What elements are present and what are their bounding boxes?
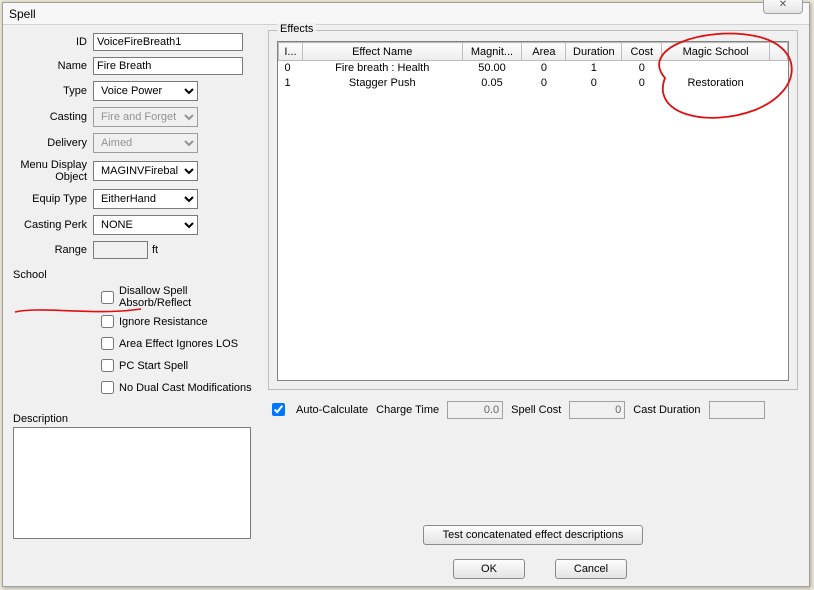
- cast-duration-label: Cast Duration: [633, 404, 700, 416]
- effects-grid[interactable]: I... Effect Name Magnit... Area Duration…: [277, 41, 789, 381]
- school-group-label: School: [13, 269, 258, 281]
- effects-group-label: Effects: [277, 23, 316, 35]
- delivery-label: Delivery: [13, 137, 93, 149]
- col-duration[interactable]: Duration: [566, 43, 622, 61]
- area-effect-los-checkbox[interactable]: [101, 337, 114, 350]
- range-field: [93, 241, 148, 259]
- delivery-select: Aimed: [93, 133, 198, 153]
- cancel-button[interactable]: Cancel: [555, 559, 627, 579]
- area-effect-los-label: Area Effect Ignores LOS: [119, 338, 238, 350]
- pc-start-spell-checkbox[interactable]: [101, 359, 114, 372]
- col-cost[interactable]: Cost: [622, 43, 662, 61]
- test-descriptions-button[interactable]: Test concatenated effect descriptions: [423, 525, 643, 545]
- ok-button[interactable]: OK: [453, 559, 525, 579]
- ignore-resistance-label: Ignore Resistance: [119, 316, 208, 328]
- auto-calculate-checkbox[interactable]: [272, 403, 285, 416]
- description-field[interactable]: [13, 427, 251, 539]
- charge-time-label: Charge Time: [376, 404, 439, 416]
- id-label: ID: [13, 36, 93, 48]
- effect-row[interactable]: 0 Fire breath : Health 50.00 0 1 0: [279, 61, 788, 76]
- casting-perk-label: Casting Perk: [13, 219, 93, 231]
- spell-form: ID Name Type Voice Power Casting Fire an…: [13, 33, 258, 542]
- id-field[interactable]: [93, 33, 243, 51]
- charge-time-field: [447, 401, 503, 419]
- col-magic-school[interactable]: Magic School: [662, 43, 770, 61]
- disallow-absorb-label: Disallow Spell Absorb/Reflect: [119, 285, 258, 309]
- casting-label: Casting: [13, 111, 93, 123]
- casting-select: Fire and Forget: [93, 107, 198, 127]
- pc-start-spell-label: PC Start Spell: [119, 360, 188, 372]
- type-label: Type: [13, 85, 93, 97]
- name-label: Name: [13, 60, 93, 72]
- auto-calculate-label: Auto-Calculate: [296, 404, 368, 416]
- window-title: Spell: [9, 7, 36, 21]
- range-unit: ft: [152, 244, 158, 256]
- col-index[interactable]: I...: [279, 43, 303, 61]
- col-magnitude[interactable]: Magnit...: [462, 43, 522, 61]
- effects-header-row: I... Effect Name Magnit... Area Duration…: [279, 43, 788, 61]
- disallow-absorb-checkbox[interactable]: [101, 291, 114, 304]
- menu-display-object-select[interactable]: MAGINVFireballArt: [93, 161, 198, 181]
- casting-perk-select[interactable]: NONE: [93, 215, 198, 235]
- menu-display-object-label: Menu Display Object: [13, 159, 93, 183]
- type-select[interactable]: Voice Power: [93, 81, 198, 101]
- spell-cost-label: Spell Cost: [511, 404, 561, 416]
- close-button[interactable]: ✕: [763, 0, 803, 14]
- name-field[interactable]: [93, 57, 243, 75]
- no-dual-cast-checkbox[interactable]: [101, 381, 114, 394]
- col-effect-name[interactable]: Effect Name: [302, 43, 462, 61]
- equip-type-select[interactable]: EitherHand: [93, 189, 198, 209]
- calc-row: Auto-Calculate Charge Time Spell Cost Ca…: [268, 400, 798, 419]
- ignore-resistance-checkbox[interactable]: [101, 315, 114, 328]
- no-dual-cast-label: No Dual Cast Modifications: [119, 382, 252, 394]
- description-label: Description: [13, 413, 258, 425]
- effect-row[interactable]: 1 Stagger Push 0.05 0 0 0 Restoration: [279, 76, 788, 91]
- titlebar: Spell ✕: [3, 3, 809, 25]
- spell-dialog: Spell ✕ ID Name Type Voice Power Casting: [2, 2, 810, 587]
- col-spacer: [770, 43, 788, 61]
- col-area[interactable]: Area: [522, 43, 566, 61]
- client-area: ID Name Type Voice Power Casting Fire an…: [3, 25, 809, 586]
- effects-group: Effects I... Effect Name Magnit... Area …: [268, 30, 798, 390]
- spell-cost-field: [569, 401, 625, 419]
- equip-type-label: Equip Type: [13, 193, 93, 205]
- cast-duration-field: [709, 401, 765, 419]
- range-label: Range: [13, 244, 93, 256]
